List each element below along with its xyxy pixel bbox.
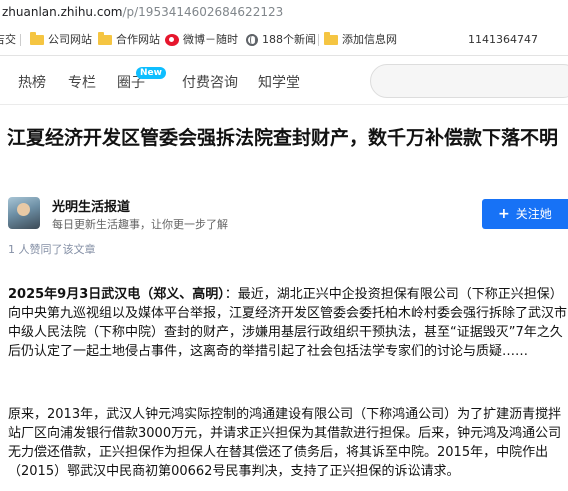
search-input[interactable]: [370, 64, 568, 98]
url-path: /p/1953414602684622123: [122, 5, 284, 19]
follow-label: 关注她: [515, 207, 552, 221]
bookmark-label: 188个新闻: [262, 33, 316, 46]
bookmark-label: 吉交: [0, 33, 16, 46]
folder-icon: [324, 32, 338, 45]
nav-column[interactable]: 专栏: [68, 72, 96, 92]
bookmark-label: 微博－随时: [183, 33, 238, 46]
bookmark-label: 添加信息网: [342, 33, 397, 46]
nav-zhixuetang[interactable]: 知学堂: [258, 72, 300, 92]
bookmark-folder-company[interactable]: 公司网站: [30, 32, 92, 48]
bookmark-folder-info[interactable]: 添加信息网: [324, 32, 397, 48]
bookmark-label: 公司网站: [48, 33, 92, 46]
folder-icon: [30, 32, 44, 45]
likes-count[interactable]: 1 人赞同了该文章: [8, 241, 96, 257]
weibo-icon: [165, 34, 179, 46]
avatar[interactable]: [8, 197, 40, 229]
author-name[interactable]: 光明生活报道: [52, 196, 130, 215]
nav-hot[interactable]: 热榜: [18, 72, 46, 92]
url-host: zhuanlan.zhihu.com: [2, 5, 123, 19]
globe-icon: [246, 34, 258, 46]
site-header: 热榜 专栏 圈子 New 付费咨询 知学堂: [0, 57, 568, 105]
bookmark-separator: [318, 34, 319, 46]
article-paragraph: 原来，2013年，武汉人钟元鸿实际控制的鸿通建设有限公司（下称鸿通公司）为了扩建…: [8, 405, 568, 481]
bookmarks-bar: 吉交 公司网站 合作网站 微博－随时 188个新闻 添加信息网 11413647…: [0, 24, 568, 56]
plus-icon: +: [498, 206, 510, 222]
bookmark-label: 合作网站: [116, 33, 160, 46]
paragraph-text: 原来，2013年，武汉人钟元鸿实际控制的鸿通建设有限公司（下称鸿通公司）为了扩建…: [8, 407, 562, 479]
author-bio: 每日更新生活趣事，让你更一步了解: [52, 218, 228, 231]
bookmark-separator: [20, 34, 21, 46]
follow-button[interactable]: + 关注她: [482, 199, 568, 229]
nav-paid-consult[interactable]: 付费咨询: [182, 72, 238, 92]
article-title: 江夏经济开发区管委会强拆法院查封财产，数千万补偿款下落不明: [7, 127, 559, 149]
bookmark-weibo[interactable]: 微博－随时: [165, 32, 238, 48]
folder-icon: [98, 32, 112, 45]
bookmark-news[interactable]: 188个新闻: [246, 32, 316, 48]
article-paragraph: 2025年9月3日武汉电（郑义、高明）：最近，湖北正兴中企投资担保有限公司（下称…: [8, 285, 568, 361]
address-bar[interactable]: zhuanlan.zhihu.com/p/1953414602684622123: [0, 0, 568, 24]
bookmark-item[interactable]: 1141364747: [468, 32, 538, 48]
bookmark-item[interactable]: 吉交: [0, 32, 16, 48]
bookmark-folder-partners[interactable]: 合作网站: [98, 32, 160, 48]
bookmark-label: 1141364747: [468, 33, 538, 46]
dateline: 2025年9月3日武汉电（郑义、高明）: [8, 287, 225, 302]
new-badge: New: [136, 67, 166, 79]
